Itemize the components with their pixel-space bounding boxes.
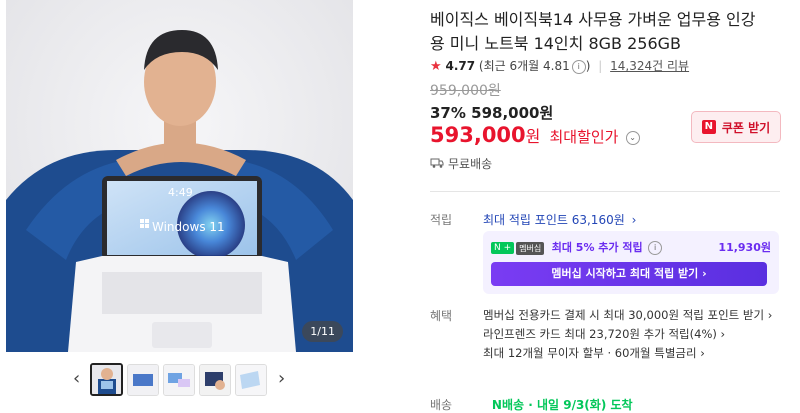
- rating-recent: (최근 6개월 4.81: [478, 59, 570, 73]
- membership-row: N + 멤버십 최대 5% 추가 적립 i 11,930원: [491, 239, 771, 257]
- discount-row: 37% 598,000원: [430, 102, 553, 123]
- max-discount-row[interactable]: 593,000원 최대할인가 ⌄: [430, 123, 640, 147]
- npay-badge: N +: [491, 242, 515, 254]
- discount-rate: 37%: [430, 104, 466, 122]
- membership-amount: 11,930원: [718, 241, 771, 254]
- star-icon: ★: [430, 59, 442, 74]
- points-label: 적립: [430, 213, 453, 227]
- max-discount-unit: 원: [525, 127, 541, 146]
- discount-price: 598,000원: [471, 104, 554, 122]
- product-gallery: 4:49 Windows 11 1/11: [6, 0, 353, 352]
- membership-extra-text: 최대 5% 추가 적립: [551, 241, 643, 254]
- product-info: 베이직스 베이직북14 사무용 가벼운 업무용 인강용 미니 노트북 14인치 …: [430, 0, 800, 412]
- image-counter: 1/11: [302, 321, 343, 342]
- truck-icon: [430, 157, 444, 172]
- membership-start-button[interactable]: 멤버십 시작하고 최대 적립 받기 ›: [491, 262, 767, 286]
- benefit-item[interactable]: 최대 12개월 무이자 할부 · 60개월 특별금리 ›: [483, 345, 705, 361]
- thumbnail-2[interactable]: [127, 364, 159, 396]
- review-count-link[interactable]: 14,324건 리뷰: [610, 59, 689, 73]
- delivery-label: 무료배송: [448, 157, 493, 171]
- shipping-label: 배송: [430, 398, 453, 412]
- product-title: 베이직스 베이직북14 사무용 가벼운 업무용 인강용 미니 노트북 14인치 …: [430, 10, 756, 53]
- info-icon[interactable]: i: [648, 241, 663, 255]
- naver-logo-icon: N: [701, 120, 716, 134]
- rating-recent-close: ): [585, 59, 591, 73]
- delivery-info: 무료배송: [430, 155, 492, 172]
- screen-time: 4:49: [168, 186, 193, 199]
- divider: |: [598, 59, 603, 73]
- max-discount-price: 593,000: [430, 123, 526, 147]
- thumbnail-strip: [70, 363, 300, 398]
- original-price: 959,000원: [430, 83, 501, 99]
- thumbnail-1[interactable]: [90, 363, 123, 396]
- thumbnail-3[interactable]: [163, 364, 195, 396]
- chevron-right-icon: ›: [631, 213, 637, 227]
- rating-value: 4.77: [445, 59, 476, 73]
- coupon-button[interactable]: N 쿠폰 받기: [691, 111, 781, 143]
- membership-badge: 멤버십: [516, 241, 545, 255]
- product-main-image[interactable]: 4:49 Windows 11 1/11: [6, 0, 353, 352]
- next-image-icon[interactable]: ›: [278, 368, 285, 389]
- info-icon[interactable]: i: [571, 59, 586, 74]
- section-divider: [430, 191, 780, 192]
- membership-box: N + 멤버십 최대 5% 추가 적립 i 11,930원 멤버십 시작하고 최…: [483, 231, 779, 294]
- product-photo: [6, 0, 353, 352]
- max-discount-label: 최대할인가: [549, 128, 619, 146]
- max-points-text: 최대 적립 포인트 63,160원: [483, 213, 625, 227]
- max-points-link[interactable]: 최대 적립 포인트 63,160원 ›: [483, 211, 636, 228]
- thumbnail-5[interactable]: [235, 364, 267, 396]
- shipping-row: 배송 N배송 · 내일 9/3(화) 도착: [430, 396, 633, 413]
- thumbnail-4[interactable]: [199, 364, 231, 396]
- shipping-text: N배송 · 내일 9/3(화) 도착: [491, 398, 633, 412]
- chevron-down-icon[interactable]: ⌄: [625, 130, 640, 145]
- screen-os-label: Windows 11: [152, 220, 225, 234]
- benefits-label: 혜택: [430, 309, 453, 323]
- benefit-item[interactable]: 라인프렌즈 카드 최대 23,720원 추가 적립(4%) ›: [483, 326, 725, 342]
- rating-row: ★ 4.77 (최근 6개월 4.81 i) | 14,324건 리뷰: [430, 57, 689, 74]
- coupon-label: 쿠폰 받기: [721, 120, 771, 135]
- benefit-item[interactable]: 멤버십 전용카드 결제 시 최대 30,000원 적립 포인트 받기 ›: [483, 307, 772, 323]
